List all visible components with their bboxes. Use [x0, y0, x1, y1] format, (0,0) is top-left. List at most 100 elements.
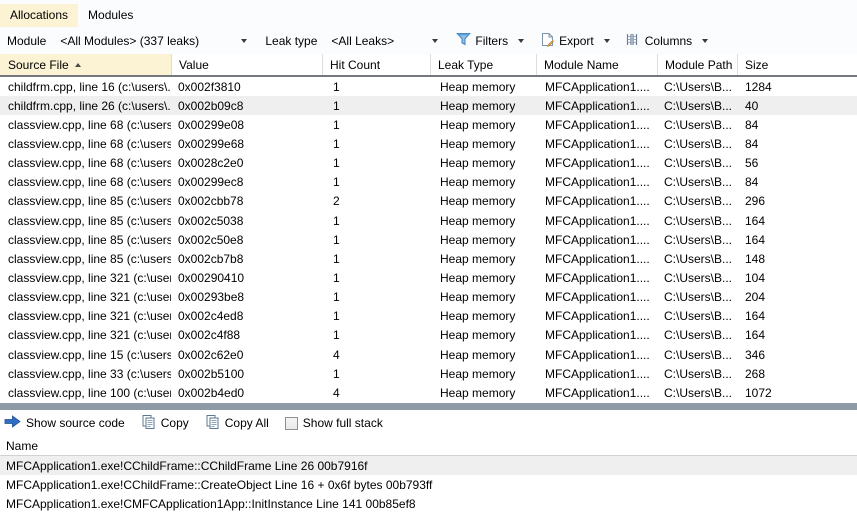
columns-icon [626, 33, 641, 49]
chevron-down-icon [604, 39, 610, 43]
tab-allocations[interactable]: Allocations [0, 4, 78, 27]
cell-hit-count: 1 [322, 290, 430, 304]
stack-frame-row[interactable]: MFCApplication1.exe!CMFCApplication1App:… [0, 495, 857, 514]
column-header-leak-type[interactable]: Leak Type [430, 54, 536, 75]
chevron-down-icon [518, 39, 524, 43]
table-row[interactable]: classview.cpp, line 321 (c:\user... 0x00… [0, 307, 857, 326]
cell-leak-type: Heap memory [430, 99, 536, 113]
cell-module-path: C:\Users\B... [657, 194, 737, 208]
cell-module-path: C:\Users\B... [657, 290, 737, 304]
cell-value: 0x00299e68 [171, 137, 322, 151]
cell-value: 0x002c5038 [171, 214, 322, 228]
cell-hit-count: 4 [322, 348, 430, 362]
cell-module-name: MFCApplication1.... [536, 252, 657, 266]
table-row[interactable]: childfrm.cpp, line 26 (c:\users\... 0x00… [0, 96, 857, 115]
cell-source-file: classview.cpp, line 321 (c:\user... [0, 290, 171, 304]
cell-module-name: MFCApplication1.... [536, 118, 657, 132]
column-header-size[interactable]: Size [737, 54, 857, 75]
allocations-table-header: Source File Value Hit Count Leak Type Mo… [0, 54, 857, 77]
cell-leak-type: Heap memory [430, 233, 536, 247]
cell-module-name: MFCApplication1.... [536, 290, 657, 304]
tab-modules[interactable]: Modules [78, 4, 143, 27]
copy-button[interactable]: Copy [141, 414, 189, 433]
cell-source-file: classview.cpp, line 33 (c:\users... [0, 367, 171, 381]
cell-module-name: MFCApplication1.... [536, 156, 657, 170]
table-row[interactable]: classview.cpp, line 85 (c:\users... 0x00… [0, 192, 857, 211]
show-full-stack-label: Show full stack [303, 416, 383, 430]
chevron-down-icon [241, 39, 247, 43]
stack-frame-row[interactable]: MFCApplication1.exe!CChildFrame::CreateO… [0, 475, 857, 494]
column-header-hit-count[interactable]: Hit Count [322, 54, 430, 75]
cell-value: 0x002c4ed8 [171, 309, 322, 323]
stack-frame-row[interactable]: MFCApplication1.exe!CChildFrame::CChildF… [0, 456, 857, 475]
leak-type-dropdown[interactable]: <All Leaks> [325, 31, 443, 51]
show-full-stack-checkbox[interactable] [285, 417, 298, 430]
cell-leak-type: Heap memory [430, 80, 536, 94]
column-header-module-path[interactable]: Module Path [657, 54, 737, 75]
cell-size: 164 [737, 309, 857, 323]
details-toolbar: Show source code Copy Copy All [0, 410, 857, 436]
column-header-module-name[interactable]: Module Name [536, 54, 657, 75]
cell-module-name: MFCApplication1.... [536, 175, 657, 189]
copy-all-button-label: Copy All [225, 416, 269, 430]
cell-value: 0x002f3810 [171, 80, 322, 94]
cell-hit-count: 2 [322, 194, 430, 208]
column-header-value[interactable]: Value [171, 54, 322, 75]
cell-module-path: C:\Users\B... [657, 367, 737, 381]
module-filter-dropdown[interactable]: <All Modules> (337 leaks) [54, 31, 252, 51]
table-row[interactable]: classview.cpp, line 85 (c:\users... 0x00… [0, 230, 857, 249]
cell-leak-type: Heap memory [430, 137, 536, 151]
copy-button-label: Copy [161, 416, 189, 430]
cell-module-path: C:\Users\B... [657, 328, 737, 342]
blue-arrow-right-icon [4, 415, 21, 431]
export-button[interactable]: Export [536, 30, 614, 52]
cell-hit-count: 1 [322, 80, 430, 94]
cell-module-name: MFCApplication1.... [536, 271, 657, 285]
cell-module-path: C:\Users\B... [657, 118, 737, 132]
stack-name-column-header[interactable]: Name [0, 436, 857, 456]
table-row[interactable]: classview.cpp, line 68 (c:\users... 0x00… [0, 173, 857, 192]
cell-leak-type: Heap memory [430, 309, 536, 323]
call-stack-list: MFCApplication1.exe!CChildFrame::CChildF… [0, 456, 857, 528]
filters-button[interactable]: Filters [452, 30, 528, 51]
stack-frame-label: MFCApplication1.exe!CChildFrame::CChildF… [6, 459, 368, 473]
cell-source-file: classview.cpp, line 85 (c:\users... [0, 233, 171, 247]
cell-hit-count: 1 [322, 137, 430, 151]
table-row[interactable]: classview.cpp, line 85 (c:\users... 0x00… [0, 211, 857, 230]
copy-all-button[interactable]: Copy All [205, 414, 269, 433]
cell-leak-type: Heap memory [430, 156, 536, 170]
cell-source-file: childfrm.cpp, line 26 (c:\users\... [0, 99, 171, 113]
table-row[interactable]: classview.cpp, line 321 (c:\user... 0x00… [0, 326, 857, 345]
cell-leak-type: Heap memory [430, 290, 536, 304]
cell-module-path: C:\Users\B... [657, 271, 737, 285]
cell-hit-count: 1 [322, 271, 430, 285]
show-source-code-button[interactable]: Show source code [4, 415, 125, 431]
module-filter-value: <All Modules> (337 leaks) [60, 34, 199, 48]
filters-button-label: Filters [475, 34, 508, 48]
cell-hit-count: 1 [322, 328, 430, 342]
columns-button[interactable]: Columns [622, 31, 712, 51]
table-row[interactable]: classview.cpp, line 100 (c:\user... 0x00… [0, 383, 857, 402]
column-header-source-file[interactable]: Source File [0, 54, 171, 75]
module-filter-label: Module [7, 34, 46, 48]
cell-module-name: MFCApplication1.... [536, 99, 657, 113]
export-button-label: Export [559, 34, 594, 48]
table-row[interactable]: classview.cpp, line 68 (c:\users... 0x00… [0, 154, 857, 173]
cell-hit-count: 1 [322, 309, 430, 323]
cell-source-file: classview.cpp, line 68 (c:\users... [0, 156, 171, 170]
table-row[interactable]: classview.cpp, line 15 (c:\users... 0x00… [0, 345, 857, 364]
table-row[interactable]: classview.cpp, line 85 (c:\users... 0x00… [0, 249, 857, 268]
show-full-stack-toggle[interactable]: Show full stack [285, 416, 383, 430]
table-row[interactable]: childfrm.cpp, line 16 (c:\users\... 0x00… [0, 77, 857, 96]
table-row[interactable]: classview.cpp, line 68 (c:\users... 0x00… [0, 115, 857, 134]
column-header-label: Source File [8, 58, 69, 72]
table-row[interactable]: classview.cpp, line 321 (c:\user... 0x00… [0, 288, 857, 307]
cell-hit-count: 1 [322, 367, 430, 381]
horizontal-splitter[interactable] [0, 403, 857, 410]
table-row[interactable]: classview.cpp, line 68 (c:\users... 0x00… [0, 134, 857, 153]
cell-hit-count: 1 [322, 214, 430, 228]
table-row[interactable]: classview.cpp, line 33 (c:\users... 0x00… [0, 364, 857, 383]
cell-value: 0x00299ec8 [171, 175, 322, 189]
cell-hit-count: 1 [322, 252, 430, 266]
table-row[interactable]: classview.cpp, line 321 (c:\user... 0x00… [0, 268, 857, 287]
